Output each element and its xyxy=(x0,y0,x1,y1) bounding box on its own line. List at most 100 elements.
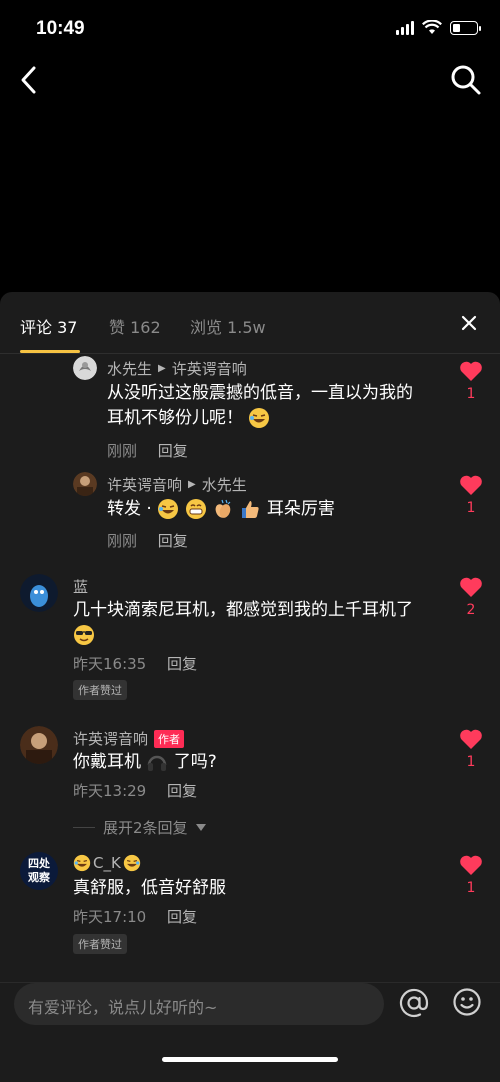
comment-author[interactable]: C_K xyxy=(73,854,141,872)
comment-text-line: 从没听过这般震撼的低音，一直以为我的 xyxy=(107,383,413,403)
comment-text-part: 转发 · xyxy=(107,499,158,519)
comment-meta: 刚刚 回复 xyxy=(107,530,188,551)
tab-views[interactable]: 浏览 1.5w xyxy=(190,314,266,338)
heart-icon[interactable] xyxy=(459,854,483,876)
wifi-icon xyxy=(422,20,442,34)
comment-text: 真舒服，低音好舒服 xyxy=(73,876,453,901)
headphones-emoji-icon xyxy=(148,755,167,771)
laughing-emoji-icon xyxy=(249,408,270,428)
grinning-emoji-icon xyxy=(185,499,206,519)
like-button[interactable]: 1 xyxy=(456,854,486,896)
comment-author[interactable]: 许英谔音响 ▶ 水先生 xyxy=(107,474,247,495)
battery-icon xyxy=(450,20,481,35)
like-button[interactable]: 1 xyxy=(456,728,486,770)
avatar-text: 四处 xyxy=(28,857,50,870)
reply-to-arrow-icon: ▶ xyxy=(158,363,166,374)
tab-likes[interactable]: 赞 162 xyxy=(109,314,161,338)
comment-meta: 昨天13:29 回复 xyxy=(73,780,197,801)
reply-button[interactable]: 回复 xyxy=(158,532,188,550)
comment-text: 转发 · 耳朵厉害 xyxy=(107,497,447,522)
avatar[interactable] xyxy=(20,726,58,764)
author-name[interactable]: 水先生 xyxy=(107,358,152,379)
clapping-hands-emoji-icon xyxy=(215,499,231,518)
like-count: 1 xyxy=(466,500,476,516)
like-button[interactable]: 2 xyxy=(456,576,486,618)
comment-text-part: 了吗? xyxy=(173,752,217,772)
heart-icon[interactable] xyxy=(459,474,483,496)
author-name[interactable]: 蓝 xyxy=(73,576,88,597)
author-name[interactable]: 许英谔音响 xyxy=(107,474,182,495)
divider-line xyxy=(73,827,95,828)
expand-replies-label[interactable]: 展开2条回复 xyxy=(103,817,188,838)
comment-tabs: 评论 37 赞 162 浏览 1.5w xyxy=(0,292,500,354)
like-count: 1 xyxy=(466,386,476,402)
heart-icon[interactable] xyxy=(459,728,483,750)
status-bar: 10:49 xyxy=(0,0,500,60)
comment-text-line: 几十块滴索尼耳机，都感觉到我的上千耳机了 xyxy=(73,600,413,620)
cellular-signal-icon xyxy=(396,20,414,35)
like-count: 2 xyxy=(466,602,476,618)
comment-text: 你戴耳机 了吗? xyxy=(73,750,453,775)
author-liked-badge: 作者赞过 xyxy=(73,680,127,700)
thumbs-up-emoji-icon xyxy=(242,501,260,518)
comment-input-bar: 有爱评论，说点儿好听的~ xyxy=(0,982,500,1082)
reply-button[interactable]: 回复 xyxy=(167,908,197,926)
comment-time: 昨天17:10 xyxy=(73,908,147,926)
avatar[interactable]: 四处 观察 xyxy=(20,852,58,890)
author-name[interactable]: C_K xyxy=(93,854,121,872)
laughing-emoji-icon xyxy=(158,499,179,519)
laughing-emoji-icon xyxy=(73,854,91,872)
reply-button[interactable]: 回复 xyxy=(167,655,197,673)
home-indicator xyxy=(162,1057,338,1062)
comment-text: 从没听过这般震撼的低音，一直以为我的 耳机不够份儿呢！ xyxy=(107,381,447,431)
comment-text-line: 真舒服，低音好舒服 xyxy=(73,878,226,898)
avatar-text: 观察 xyxy=(28,871,50,884)
like-count: 1 xyxy=(466,754,476,770)
author-tag: 作者 xyxy=(154,729,185,748)
laughing-emoji-icon xyxy=(123,854,140,872)
sunglasses-emoji-icon xyxy=(74,625,94,645)
reply-button[interactable]: 回复 xyxy=(158,442,188,460)
comment-text: 几十块滴索尼耳机，都感觉到我的上千耳机了 xyxy=(73,598,453,648)
comment-time: 刚刚 xyxy=(107,442,138,460)
tab-comments[interactable]: 评论 37 xyxy=(20,314,77,338)
comment-text-part: 你戴耳机 xyxy=(73,752,141,772)
comment-meta: 昨天17:10 回复 xyxy=(73,906,197,927)
reply-button[interactable]: 回复 xyxy=(167,782,197,800)
comment-meta: 昨天16:35 回复 xyxy=(73,653,197,674)
search-icon[interactable] xyxy=(450,64,482,96)
reply-to-name[interactable]: 水先生 xyxy=(202,474,247,495)
comment-author[interactable]: 蓝 xyxy=(73,576,88,597)
reply-to-arrow-icon: ▶ xyxy=(188,479,196,490)
heart-icon[interactable] xyxy=(459,360,483,382)
close-icon[interactable] xyxy=(458,312,480,334)
comment-time: 昨天16:35 xyxy=(73,655,147,673)
avatar[interactable] xyxy=(73,472,97,496)
at-mention-icon[interactable] xyxy=(398,987,430,1019)
caret-down-icon xyxy=(195,823,206,831)
heart-icon[interactable] xyxy=(459,576,483,598)
back-chevron-icon[interactable] xyxy=(14,62,44,98)
comment-time: 昨天13:29 xyxy=(73,782,147,800)
avatar[interactable] xyxy=(20,574,58,612)
active-tab-indicator xyxy=(20,350,80,353)
comment-input[interactable]: 有爱评论，说点儿好听的~ xyxy=(14,983,384,1025)
comment-sheet: 评论 37 赞 162 浏览 1.5w 水先生 ▶ 许英谔音响 从没听过这般震撼… xyxy=(0,292,500,1082)
comment-meta: 刚刚 回复 xyxy=(107,440,188,461)
author-liked-badge: 作者赞过 xyxy=(73,934,127,954)
avatar[interactable] xyxy=(73,356,97,380)
like-button[interactable]: 1 xyxy=(456,360,486,402)
comment-text-line: 耳机不够份儿呢！ xyxy=(107,408,243,428)
comment-author[interactable]: 许英谔音响 作者 xyxy=(73,728,185,749)
comment-author[interactable]: 水先生 ▶ 许英谔音响 xyxy=(107,358,247,379)
status-time: 10:49 xyxy=(36,18,85,39)
like-count: 1 xyxy=(466,880,476,896)
like-button[interactable]: 1 xyxy=(456,474,486,516)
expand-replies-button[interactable]: 展开2条回复 xyxy=(73,817,206,838)
comment-text-part: 耳朵厉害 xyxy=(266,499,335,519)
emoji-icon[interactable] xyxy=(452,987,482,1017)
comment-time: 刚刚 xyxy=(107,532,138,550)
reply-to-name[interactable]: 许英谔音响 xyxy=(172,358,247,379)
status-icons xyxy=(396,20,481,35)
author-name[interactable]: 许英谔音响 xyxy=(73,728,148,749)
